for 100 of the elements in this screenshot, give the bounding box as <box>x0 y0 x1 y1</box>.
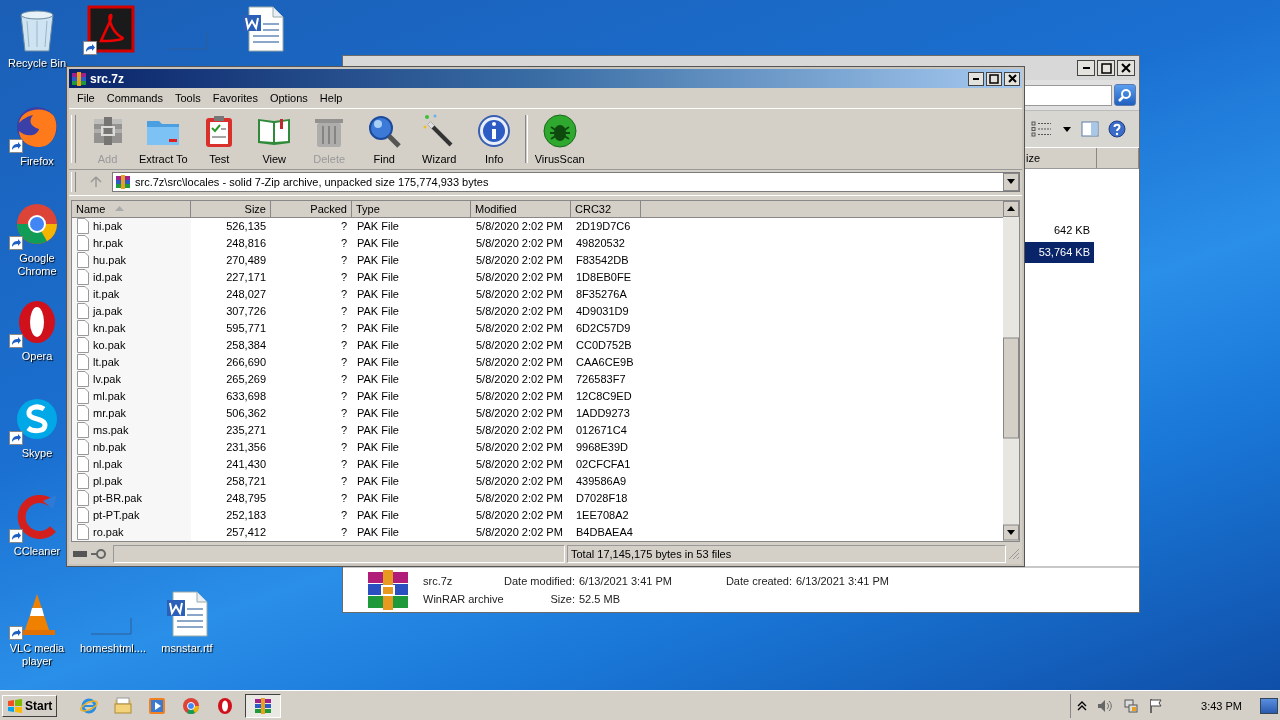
address-field[interactable]: src.7z\src\locales - solid 7-Zip archive, unpacked size 175,774,933 bytes <box>112 172 1020 193</box>
maximize-button[interactable] <box>986 71 1002 86</box>
desktop-icon-label[interactable]: Skype <box>21 447 53 460</box>
address-text: src.7z\src\locales - solid 7-Zip archive, unpacked size 175,774,933 bytes <box>135 176 490 189</box>
table-cell: 5/8/2020 2:02 PM <box>476 373 563 386</box>
chrome-icon <box>182 696 201 715</box>
file-name[interactable]: id.pak <box>93 271 123 284</box>
show-hidden-icons-icon[interactable] <box>1077 699 1088 712</box>
detail-text: Size: <box>549 593 576 605</box>
opera-icon <box>216 696 235 715</box>
file-name[interactable]: it.pak <box>93 288 120 301</box>
clock[interactable]: 3:43 PM <box>1201 699 1242 712</box>
table-cell: 5/8/2020 2:02 PM <box>476 526 563 539</box>
desktop-icon-label[interactable]: msnstar.rtf <box>161 642 213 655</box>
file-name[interactable]: ro.pak <box>93 526 124 539</box>
column-header[interactable]: CRC32 <box>571 200 641 217</box>
taskbar-button[interactable] <box>245 693 282 718</box>
file-name[interactable]: ja.pak <box>93 305 123 318</box>
resize-grip-icon[interactable] <box>1008 548 1020 561</box>
minimize-button[interactable] <box>968 71 984 86</box>
flag-icon[interactable] <box>1149 697 1164 714</box>
show-desktop-button[interactable] <box>1260 697 1278 714</box>
column-header[interactable]: Size <box>191 200 271 217</box>
table-cell: 633,698 <box>226 390 266 403</box>
close-button[interactable] <box>1117 60 1135 76</box>
file-size[interactable]: 53,764 KB <box>1024 242 1094 263</box>
column-header[interactable]: Packed <box>271 200 352 217</box>
maximize-icon <box>1100 62 1112 74</box>
toolbar-button[interactable]: View <box>246 110 302 167</box>
menu-item[interactable]: Options <box>263 90 314 106</box>
maximize-button[interactable] <box>1097 60 1115 76</box>
network-icon[interactable] <box>1123 697 1140 714</box>
table-cell: CC0D752B <box>576 339 632 352</box>
table-cell: 5/8/2020 2:02 PM <box>476 458 563 471</box>
menu-item[interactable]: Help <box>313 90 349 106</box>
table-cell: 1D8EB0FE <box>576 271 632 284</box>
table-cell: 012671C4 <box>576 424 627 437</box>
table-cell: 252,183 <box>226 509 266 522</box>
table-cell: 5/8/2020 2:02 PM <box>476 407 563 420</box>
file-name[interactable]: lt.pak <box>93 356 120 369</box>
table-cell: 8F35276A <box>576 288 627 301</box>
vertical-scrollbar[interactable] <box>1003 200 1019 541</box>
desktop-icon-label[interactable]: Recycle Bin <box>7 57 67 70</box>
table-cell: 595,771 <box>226 322 266 335</box>
table-cell: 235,271 <box>226 424 266 437</box>
file-size[interactable]: 642 KB <box>1024 220 1094 241</box>
table-cell: 270,489 <box>226 254 266 267</box>
search-button[interactable] <box>1114 84 1136 106</box>
toolbar-button[interactable]: Info <box>466 110 522 167</box>
table-cell: 5/8/2020 2:02 PM <box>476 237 563 250</box>
file-name[interactable]: hi.pak <box>93 220 123 233</box>
detail-text: 6/13/2021 3:41 PM <box>795 575 890 587</box>
table-cell: ? <box>340 526 347 539</box>
column-header[interactable]: Name <box>72 200 191 217</box>
bug-icon <box>541 112 578 149</box>
toolbar-button[interactable]: Wizard <box>411 110 467 167</box>
toolbar-button[interactable]: Test <box>191 110 247 167</box>
close-button[interactable] <box>1004 71 1020 86</box>
table-cell: 265,269 <box>226 373 266 386</box>
dropdown-button[interactable] <box>1003 173 1019 192</box>
table-cell: 258,721 <box>226 475 266 488</box>
pdf-icon[interactable] <box>87 5 135 53</box>
detail-text: Date modified: <box>503 575 576 587</box>
table-cell: PAK File <box>357 373 399 386</box>
start-button[interactable]: Start <box>2 694 58 717</box>
detail-text: Date created: <box>724 575 793 587</box>
column-header[interactable]: Modified <box>471 200 571 217</box>
file-name[interactable]: pl.pak <box>93 475 123 488</box>
table-cell: PAK File <box>357 271 399 284</box>
column-header[interactable]: Type <box>352 200 471 217</box>
help-icon[interactable] <box>1108 120 1126 138</box>
file-name[interactable]: lv.pak <box>93 373 121 386</box>
desktop-icon-label[interactable]: Opera <box>21 350 53 363</box>
desktop-icon-label[interactable]: VLC media player <box>6 642 68 668</box>
desktop-icon-label[interactable]: CCleaner <box>13 545 61 558</box>
details-view-icon[interactable] <box>1031 121 1053 137</box>
search-field[interactable] <box>1024 84 1112 106</box>
menu-item[interactable]: File <box>71 90 101 106</box>
minimize-button[interactable] <box>1077 60 1095 76</box>
table-cell: 258,384 <box>226 339 266 352</box>
menu-item[interactable]: Tools <box>169 90 207 106</box>
winrar-icon <box>115 174 131 191</box>
table-cell: 257,412 <box>226 526 266 539</box>
table-cell: PAK File <box>357 407 399 420</box>
table-cell: PAK File <box>357 424 399 437</box>
table-cell: ? <box>340 339 347 352</box>
menu-item[interactable]: Commands <box>100 90 169 106</box>
toolbar-button[interactable]: Extract To <box>135 110 192 167</box>
toolbar-button[interactable]: VirusScan <box>530 110 589 167</box>
menu-item[interactable]: Favorites <box>206 90 264 106</box>
desktop-icon-label[interactable]: Google Chrome <box>6 252 68 278</box>
close-icon <box>1121 63 1131 73</box>
desktop-icon-label[interactable]: Firefox <box>20 155 54 168</box>
file-name[interactable]: nl.pak <box>93 458 123 471</box>
table-cell: PAK File <box>357 305 399 318</box>
table-cell: CAA6CE9B <box>576 356 634 369</box>
toolbar-button[interactable]: Find <box>356 110 412 167</box>
detail-text: src.7z <box>423 575 454 587</box>
file-name[interactable]: hr.pak <box>93 237 123 250</box>
speaker-icon[interactable] <box>1097 698 1114 713</box>
